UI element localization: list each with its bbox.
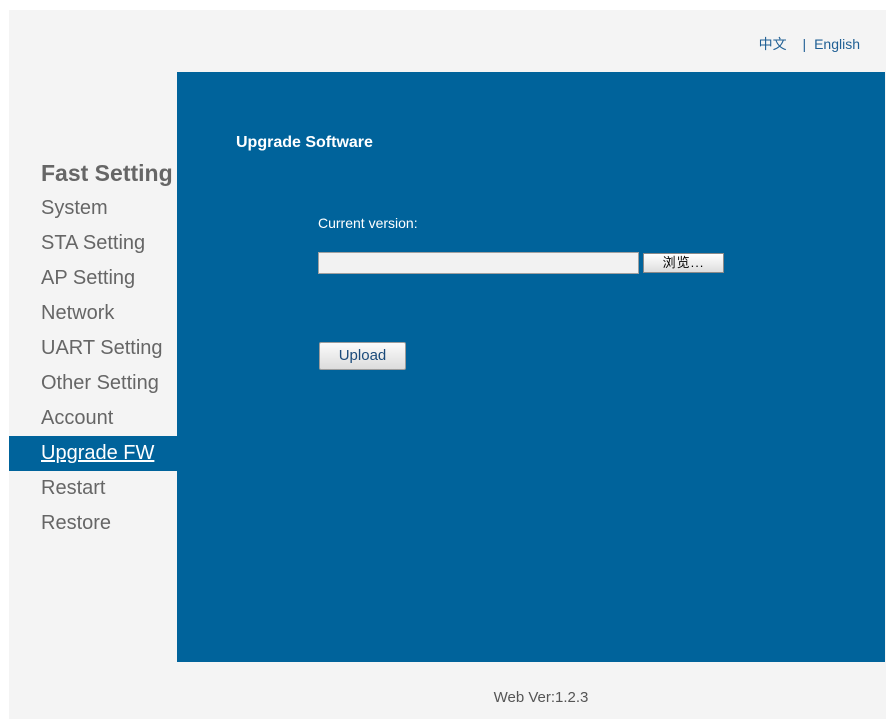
firmware-file-input[interactable] xyxy=(318,252,639,274)
upload-button[interactable]: Upload xyxy=(319,342,406,370)
sidebar-item-uart-setting[interactable]: UART Setting xyxy=(9,331,177,366)
sidebar-item-fast-setting[interactable]: Fast Setting xyxy=(9,155,177,191)
lang-chinese-link[interactable]: 中文 xyxy=(759,36,787,52)
browse-button[interactable]: 浏览... xyxy=(643,253,724,273)
sidebar-item-ap-setting[interactable]: AP Setting xyxy=(9,261,177,296)
sidebar-nav: Fast Setting System STA Setting AP Setti… xyxy=(9,155,177,541)
web-version-footer: Web Ver:1.2.3 xyxy=(493,689,589,706)
sidebar-item-other-setting[interactable]: Other Setting xyxy=(9,366,177,401)
lang-english-link[interactable]: English xyxy=(814,36,860,52)
sidebar-item-system[interactable]: System xyxy=(9,191,177,226)
upgrade-panel: Upgrade Software Current version: 浏览... … xyxy=(177,72,885,662)
current-version-label: Current version: xyxy=(318,215,418,231)
language-switcher: 中文 | English xyxy=(759,34,860,54)
page-title: Upgrade Software xyxy=(236,134,373,151)
sidebar-item-restore[interactable]: Restore xyxy=(9,506,177,541)
lang-separator: | xyxy=(802,36,807,52)
sidebar-item-account[interactable]: Account xyxy=(9,401,177,436)
sidebar-item-upgrade-fw[interactable]: Upgrade FW xyxy=(9,436,177,471)
sidebar-item-sta-setting[interactable]: STA Setting xyxy=(9,226,177,261)
sidebar-item-restart[interactable]: Restart xyxy=(9,471,177,506)
sidebar-item-network[interactable]: Network xyxy=(9,296,177,331)
